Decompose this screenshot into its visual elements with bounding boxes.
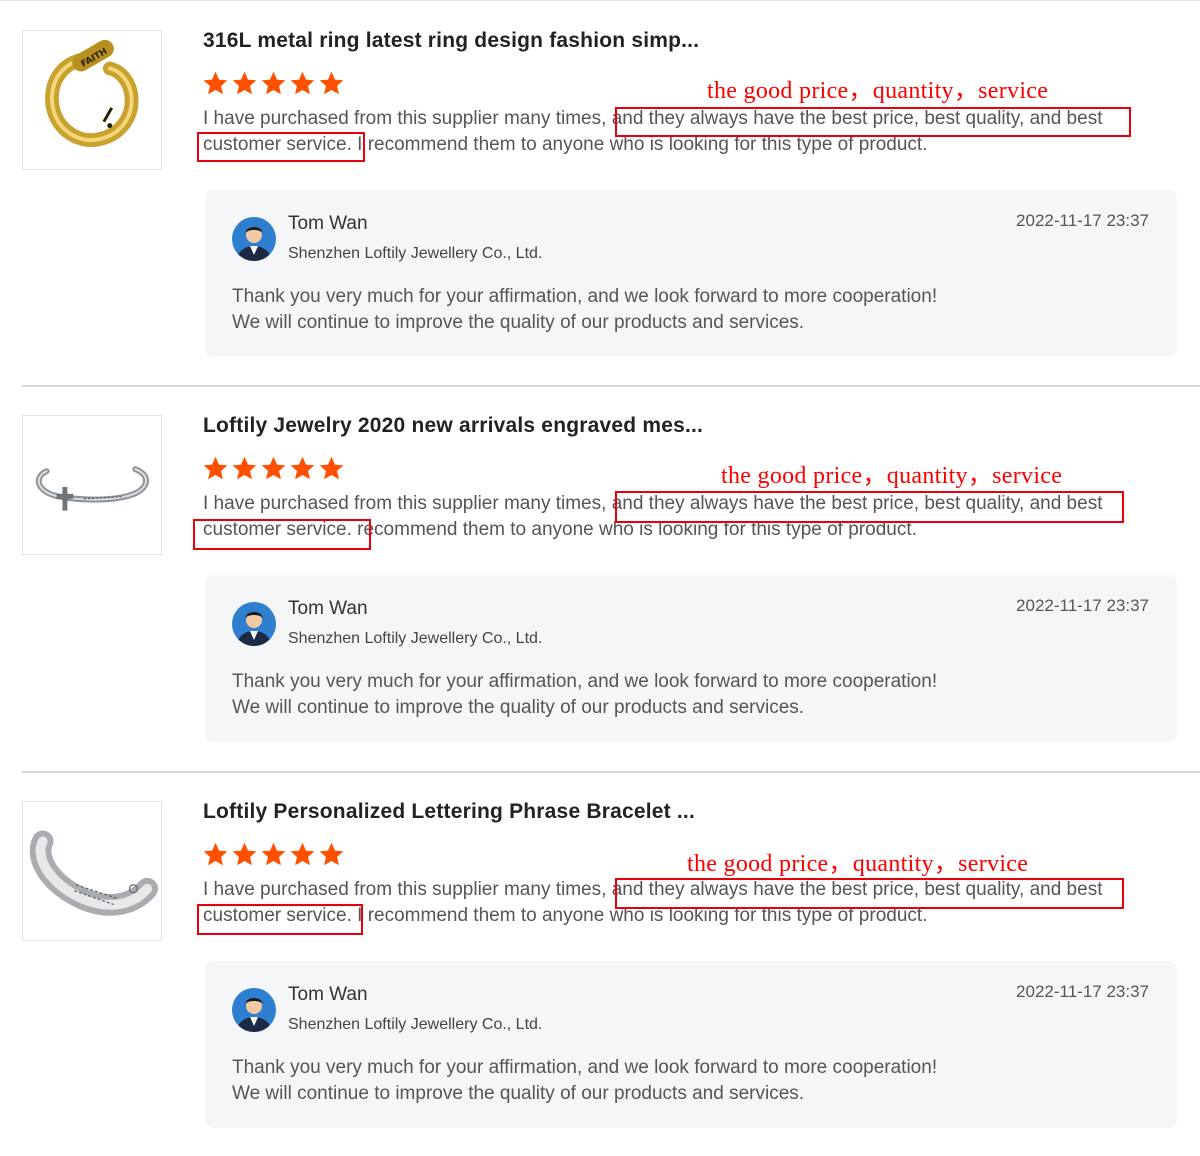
avatar-image <box>232 602 276 646</box>
reply-company-name: Shenzhen Loftily Jewellery Co., Ltd. <box>288 245 543 262</box>
review-text-part: I recommend them to anyone who is lookin… <box>357 905 928 926</box>
reply-text-line: We will continue to improve the quality … <box>232 312 805 333</box>
product-thumbnail[interactable] <box>22 801 162 941</box>
highlighted-text: customer service. <box>203 134 352 155</box>
review-text-part: recommend them to anyone who is looking … <box>357 519 917 540</box>
reply-text-line: Thank you very much for your affirmation… <box>232 286 938 307</box>
product-title[interactable]: Loftily Jewelry 2020 new arrivals engrav… <box>203 414 703 438</box>
star-rating <box>202 455 345 485</box>
reply-date: 2022-11-17 23:37 <box>1016 596 1149 615</box>
avatar-image <box>232 988 276 1032</box>
star-icon <box>290 456 315 480</box>
product-title[interactable]: Loftily Personalized Lettering Phrase Br… <box>203 800 695 824</box>
star-icon <box>232 456 257 480</box>
star-icon <box>319 71 344 95</box>
review-item: Loftily Jewelry 2020 new arrivals engrav… <box>0 385 1200 770</box>
review-text-part: I have purchased from this supplier many… <box>203 493 607 514</box>
reply-date: 2022-11-17 23:37 <box>1016 211 1149 230</box>
annotation-text: the good price，quantity，service <box>721 463 1063 489</box>
star-rating <box>202 70 345 100</box>
star-icon <box>290 842 315 866</box>
star-icon <box>319 842 344 866</box>
star-icon <box>232 842 257 866</box>
review-item: FAITH 316L metal ring latest ring design… <box>0 0 1200 385</box>
star-icon <box>261 456 286 480</box>
annotation-text: the good price，quantity，service <box>687 851 1029 877</box>
reply-text-line: We will continue to improve the quality … <box>232 697 805 718</box>
highlighted-text: and they always have the best price, bes… <box>611 879 1103 900</box>
review-text: I have purchased from this supplier many… <box>203 877 1163 929</box>
review-text-part: I have purchased from this supplier many… <box>203 108 607 129</box>
review-item: Loftily Personalized Lettering Phrase Br… <box>0 771 1200 1156</box>
avatar-image <box>232 217 276 261</box>
star-icon <box>319 456 344 480</box>
review-text-part: I recommend them to anyone who is lookin… <box>357 134 928 155</box>
cross-bangle-image <box>23 416 161 554</box>
reply-text: Thank you very much for your affirmation… <box>232 669 937 721</box>
star-rating <box>202 841 345 871</box>
highlighted-text: and they always have the best price, bes… <box>611 108 1103 129</box>
product-title[interactable]: 316L metal ring latest ring design fashi… <box>203 29 699 53</box>
reply-text-line: Thank you very much for your affirmation… <box>232 671 938 692</box>
reply-company-name: Shenzhen Loftily Jewellery Co., Ltd. <box>288 1016 543 1033</box>
star-icon <box>232 71 257 95</box>
star-icon <box>261 842 286 866</box>
highlighted-text: customer service. <box>203 905 352 926</box>
product-thumbnail[interactable] <box>22 415 162 555</box>
reply-text: Thank you very much for your affirmation… <box>232 1055 937 1107</box>
reply-text-line: Thank you very much for your affirmation… <box>232 1057 938 1078</box>
star-icon <box>203 71 228 95</box>
star-icon <box>261 71 286 95</box>
highlighted-text: customer service. <box>203 519 352 540</box>
highlighted-text: and they always have the best price, bes… <box>611 493 1103 514</box>
reply-company-name: Shenzhen Loftily Jewellery Co., Ltd. <box>288 630 543 647</box>
reply-date: 2022-11-17 23:37 <box>1016 982 1149 1001</box>
review-text: I have purchased from this supplier many… <box>203 491 1163 543</box>
star-icon <box>290 71 315 95</box>
reply-text: Thank you very much for your affirmation… <box>232 284 937 336</box>
star-icon <box>203 842 228 866</box>
annotation-text: the good price，quantity，service <box>707 78 1049 104</box>
review-text-part: I have purchased from this supplier many… <box>203 879 607 900</box>
gold-ring-image: FAITH <box>23 31 161 169</box>
seller-reply: Tom Wan Shenzhen Loftily Jewellery Co., … <box>205 190 1177 357</box>
engraved-cuff-image <box>23 802 161 940</box>
seller-reply: Tom Wan Shenzhen Loftily Jewellery Co., … <box>205 961 1177 1128</box>
avatar <box>232 988 276 1032</box>
reply-author-name: Tom Wan <box>288 598 368 619</box>
seller-reply: Tom Wan Shenzhen Loftily Jewellery Co., … <box>205 575 1177 742</box>
reply-author-name: Tom Wan <box>288 213 368 234</box>
review-text: I have purchased from this supplier many… <box>203 106 1163 158</box>
avatar <box>232 217 276 261</box>
reply-author-name: Tom Wan <box>288 984 368 1005</box>
avatar <box>232 602 276 646</box>
star-icon <box>203 456 228 480</box>
reply-text-line: We will continue to improve the quality … <box>232 1083 805 1104</box>
product-thumbnail[interactable]: FAITH <box>22 30 162 170</box>
